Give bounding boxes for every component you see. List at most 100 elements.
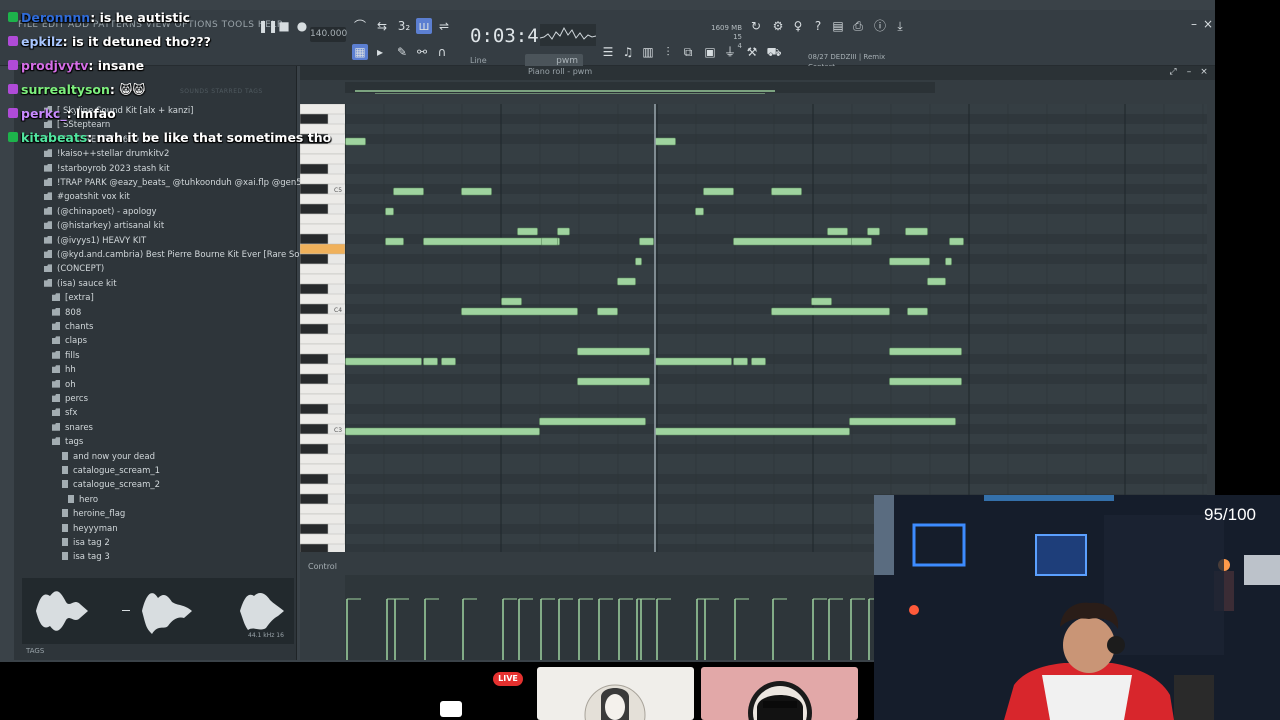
midi-note[interactable] — [889, 377, 962, 386]
mic-icon[interactable]: ♀ — [790, 18, 806, 34]
browser-item[interactable]: isa tag 2 — [62, 537, 110, 550]
midi-note[interactable] — [617, 277, 636, 286]
midi-note[interactable] — [639, 237, 654, 246]
midi-note[interactable] — [577, 347, 650, 356]
metronome-icon[interactable]: ⌒ — [352, 18, 368, 34]
piano-key[interactable] — [299, 173, 346, 185]
pattern-mode-icon[interactable]: ▦ — [352, 44, 368, 60]
tools-icon[interactable]: ⚒ — [744, 44, 760, 60]
piano-key[interactable] — [299, 523, 329, 535]
cpu-icon[interactable]: ⚙ — [770, 18, 786, 34]
midi-note[interactable] — [345, 137, 366, 146]
midi-note[interactable] — [655, 137, 676, 146]
chat-username[interactable]: kitabeats — [21, 130, 87, 145]
browser-item[interactable]: tags — [52, 436, 83, 449]
piano-key[interactable] — [299, 163, 329, 175]
midi-note[interactable] — [851, 237, 872, 246]
loop-record-icon[interactable]: ⇌ — [436, 18, 452, 34]
browser-item[interactable]: catalogue_scream_1 — [62, 465, 160, 478]
midi-note[interactable] — [441, 357, 456, 366]
piano-roll-titlebar[interactable] — [300, 66, 1215, 80]
piano-key[interactable] — [299, 443, 329, 455]
midi-note[interactable] — [811, 297, 832, 306]
piano-key[interactable] — [299, 433, 346, 445]
piano-key[interactable] — [299, 253, 329, 265]
piano-key[interactable] — [299, 373, 329, 385]
step-edit-icon[interactable]: ш — [416, 18, 432, 34]
tempo-display[interactable]: 140.000 — [310, 27, 347, 42]
chat-username[interactable]: surrealtyson — [21, 82, 110, 97]
piano-key[interactable] — [299, 423, 329, 435]
control-label[interactable]: Control — [308, 562, 337, 571]
piano-key[interactable] — [299, 363, 346, 375]
browser-icon[interactable]: ▣ — [702, 44, 718, 60]
browser-item[interactable]: hh — [52, 364, 76, 377]
midi-note[interactable] — [733, 357, 748, 366]
piano-key[interactable] — [299, 383, 346, 395]
midi-note[interactable] — [695, 207, 704, 216]
piano-key[interactable] — [299, 293, 346, 305]
browser-item[interactable]: isa tag 3 — [62, 551, 110, 564]
download-icon[interactable]: ⤓ — [892, 18, 908, 34]
piano-keys[interactable]: C5 C4 C3 — [299, 103, 346, 555]
window-close-icon[interactable]: × — [1196, 66, 1212, 78]
midi-note[interactable] — [751, 357, 766, 366]
browser-item[interactable]: fills — [52, 350, 80, 363]
piano-key[interactable] — [299, 343, 346, 355]
midi-note[interactable] — [849, 417, 956, 426]
midi-note[interactable] — [345, 357, 422, 366]
browser-item[interactable]: (@histarkey) artisanal kit — [44, 220, 164, 233]
piano-key[interactable] — [299, 153, 346, 165]
playlist-icon[interactable]: ☰ — [600, 44, 616, 60]
browser-tabs[interactable]: SOUNDS STARRED TAGS — [180, 88, 263, 95]
midi-note[interactable] — [771, 307, 890, 316]
help-icon[interactable]: ? — [810, 18, 826, 34]
piano-key[interactable] — [299, 243, 346, 255]
midi-note[interactable] — [949, 237, 964, 246]
browser-item[interactable]: heroine_flag — [62, 508, 125, 521]
midi-note[interactable] — [867, 227, 880, 236]
piano-key[interactable] — [299, 103, 346, 115]
piano-key[interactable] — [299, 533, 346, 545]
browser-item[interactable]: percs — [52, 393, 88, 406]
magnet-icon[interactable]: ∩ — [434, 44, 450, 60]
midi-note[interactable] — [889, 347, 962, 356]
chat-username[interactable]: perkc_ — [21, 106, 67, 121]
midi-note[interactable] — [461, 187, 492, 196]
browser-item[interactable]: hero — [68, 494, 98, 507]
browser-item[interactable]: (@ivyys1) HEAVY KIT — [44, 235, 146, 248]
chat-username[interactable]: prodjvytv — [21, 58, 88, 73]
midi-note[interactable] — [517, 227, 538, 236]
browser-item[interactable]: and now your dead — [62, 451, 155, 464]
browser-item[interactable]: claps — [52, 335, 87, 348]
midi-note[interactable] — [461, 307, 578, 316]
chat-username[interactable]: epkilz — [21, 34, 63, 49]
guest-thumbnail-1[interactable] — [537, 667, 694, 720]
browser-item[interactable]: [extra] — [52, 292, 94, 305]
browser-item[interactable]: oh — [52, 379, 76, 392]
midi-note[interactable] — [597, 307, 618, 316]
piano-key[interactable] — [299, 263, 346, 275]
browser-item[interactable]: (CONCEPT) — [44, 263, 104, 276]
window-detach-icon[interactable]: ⤢ — [1165, 66, 1181, 78]
piano-key[interactable] — [299, 303, 329, 315]
midi-note[interactable] — [423, 237, 560, 246]
countdown-icon[interactable]: 3₂ — [396, 18, 412, 34]
plugin-icon[interactable]: ⧉ — [680, 44, 696, 60]
browser-item[interactable]: sfx — [52, 407, 77, 420]
browser-item[interactable]: !TRAP PARK @eazy_beats_ @tuhkoonduh @xai… — [44, 177, 320, 190]
song-time-display[interactable]: 0:03:42 — [470, 25, 550, 47]
mixer-icon[interactable]: ⫶ — [660, 44, 676, 60]
save-icon[interactable]: ▤ — [830, 18, 846, 34]
browser-item[interactable]: 808 — [52, 307, 81, 320]
piano-key[interactable] — [299, 503, 346, 515]
piano-key[interactable] — [299, 143, 346, 155]
piano-key[interactable] — [299, 183, 329, 195]
velocity-lane[interactable] — [345, 575, 875, 660]
piano-key[interactable] — [299, 203, 329, 215]
record-icon[interactable]: ● — [294, 18, 310, 34]
midi-note[interactable] — [905, 227, 928, 236]
tags-label[interactable]: TAGS — [26, 647, 44, 655]
midi-note[interactable] — [423, 357, 438, 366]
play-arrow-icon[interactable]: ▸ — [372, 44, 388, 60]
